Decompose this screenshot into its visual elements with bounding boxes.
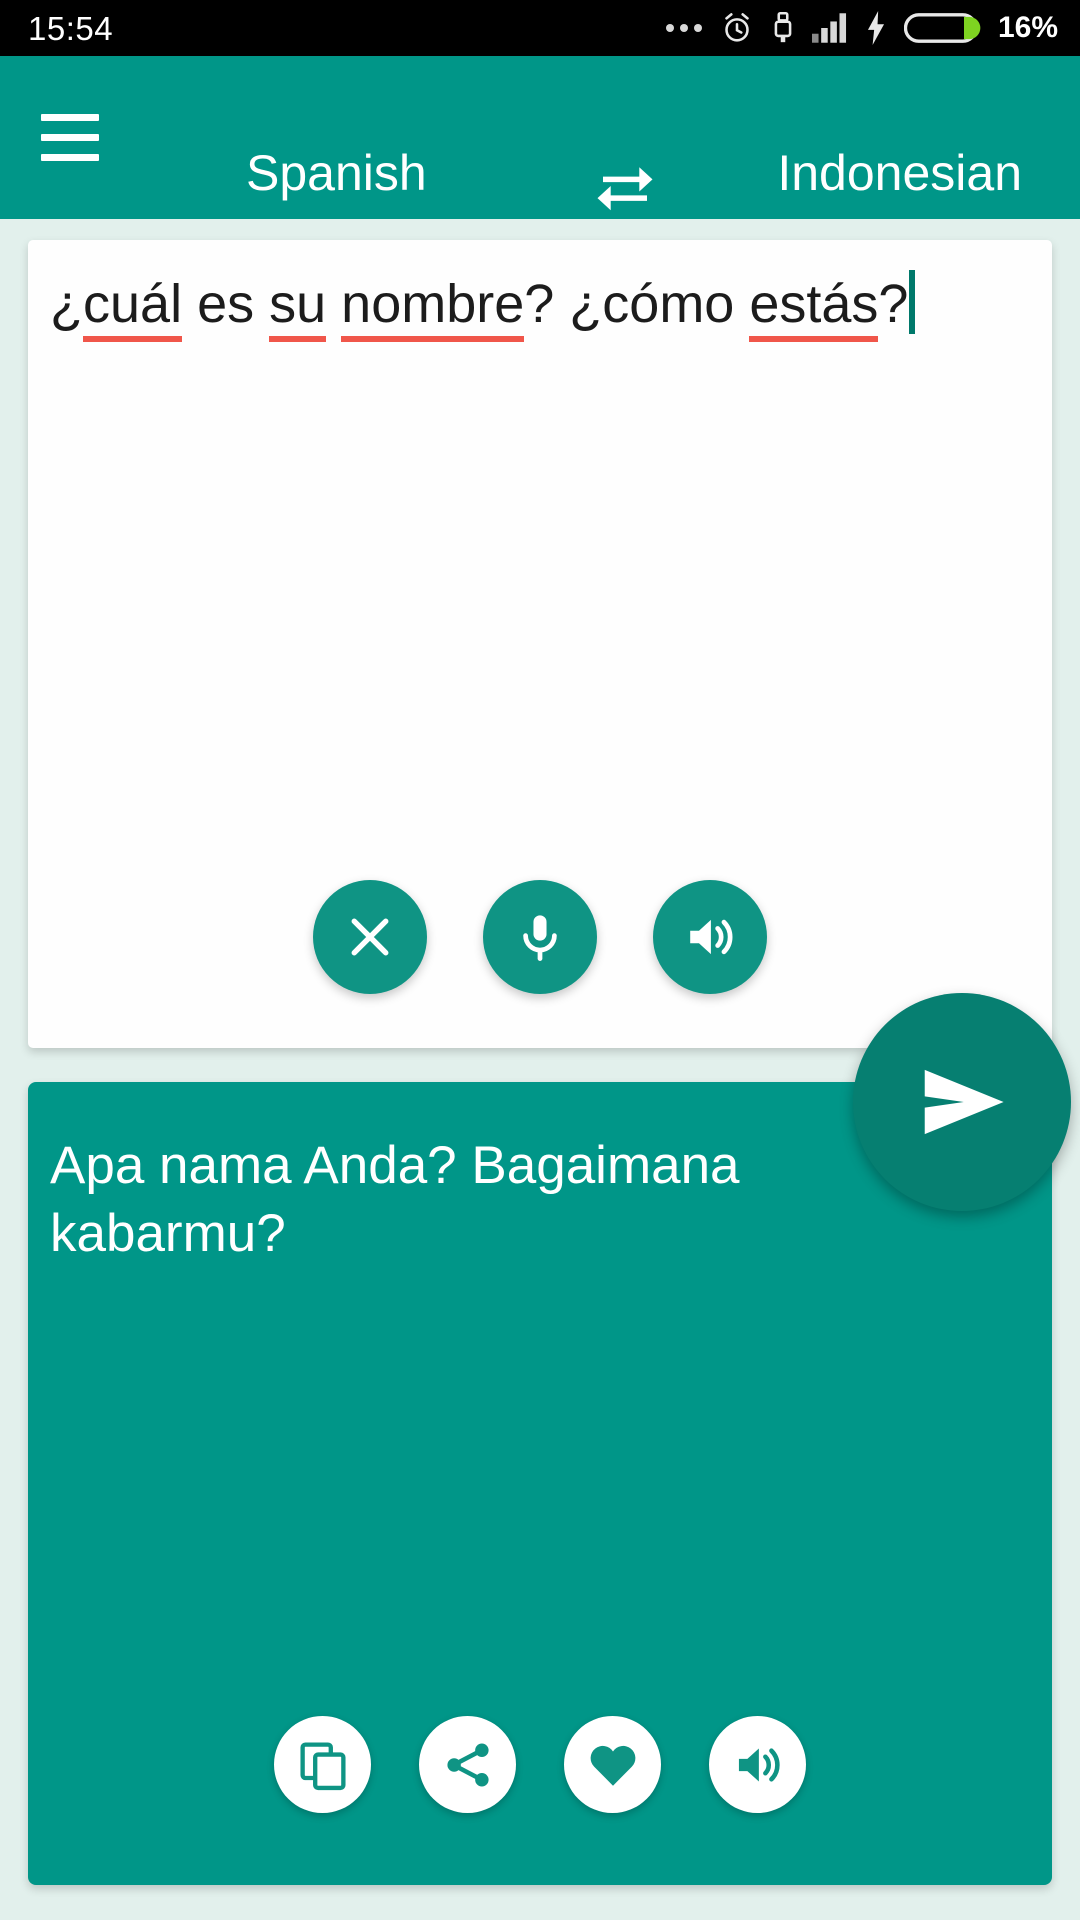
more-dots-icon xyxy=(665,24,704,32)
app-bar: Spanish Indonesian xyxy=(0,56,1080,219)
source-text-fragment: ? ¿cómo xyxy=(524,274,750,334)
microphone-button[interactable] xyxy=(483,880,597,994)
speaker-icon xyxy=(738,1747,780,1782)
status-bar-clock: 15:54 xyxy=(28,9,114,47)
usb-icon xyxy=(774,11,792,43)
source-language-label[interactable]: Spanish xyxy=(246,148,427,198)
translation-actions-row xyxy=(28,1716,1052,1813)
source-text-fragment: ¿ xyxy=(50,274,83,334)
signal-bars-icon xyxy=(811,13,846,43)
microphone-icon xyxy=(523,915,557,961)
misspelled-word: estás xyxy=(749,274,879,342)
copy-icon xyxy=(299,1741,346,1790)
misspelled-word: su xyxy=(269,274,327,342)
source-text-content: ¿cuál es su nombre? ¿cómo estás? xyxy=(50,274,908,342)
charging-bolt-icon xyxy=(867,11,884,45)
speak-source-button[interactable] xyxy=(653,880,767,994)
text-cursor xyxy=(909,270,916,334)
status-bar-icons: 16% xyxy=(665,9,1058,47)
app-screen: 15:54 16% Spanish Indonesian ¿cuál es su… xyxy=(0,0,1080,1920)
speaker-icon xyxy=(690,919,733,955)
target-language-label[interactable]: Indonesian xyxy=(777,148,1022,198)
alarm-clock-icon xyxy=(725,13,749,42)
send-icon xyxy=(924,1069,1004,1135)
status-bar: 15:54 16% xyxy=(0,0,1080,56)
translation-card: Apa nama Anda? Bagaimana kabarmu? xyxy=(28,1082,1052,1885)
speak-translation-button[interactable] xyxy=(709,1716,806,1813)
copy-button[interactable] xyxy=(274,1716,371,1813)
source-text-fragment xyxy=(326,274,341,334)
source-text-fragment: ? xyxy=(878,274,909,334)
source-actions-row xyxy=(28,880,1052,994)
battery-icon xyxy=(903,13,981,43)
share-icon xyxy=(446,1743,489,1786)
clear-button[interactable] xyxy=(313,880,427,994)
battery-percent-label: 16% xyxy=(997,11,1058,44)
translation-text: Apa nama Anda? Bagaimana kabarmu? xyxy=(50,1136,740,1263)
source-text-input[interactable]: ¿cuál es su nombre? ¿cómo estás? xyxy=(50,270,1042,342)
hamburger-menu-icon[interactable] xyxy=(22,90,118,186)
send-button[interactable] xyxy=(853,993,1071,1211)
source-text-card: ¿cuál es su nombre? ¿cómo estás? xyxy=(28,240,1052,1048)
favorite-button[interactable] xyxy=(564,1716,661,1813)
share-button[interactable] xyxy=(419,1716,516,1813)
misspelled-word: nombre xyxy=(341,274,525,342)
swap-languages-icon[interactable] xyxy=(590,151,660,221)
close-x-icon xyxy=(351,918,389,956)
source-text-fragment: es xyxy=(182,274,270,334)
misspelled-word: cuál xyxy=(83,274,183,342)
heart-icon xyxy=(590,1745,635,1786)
